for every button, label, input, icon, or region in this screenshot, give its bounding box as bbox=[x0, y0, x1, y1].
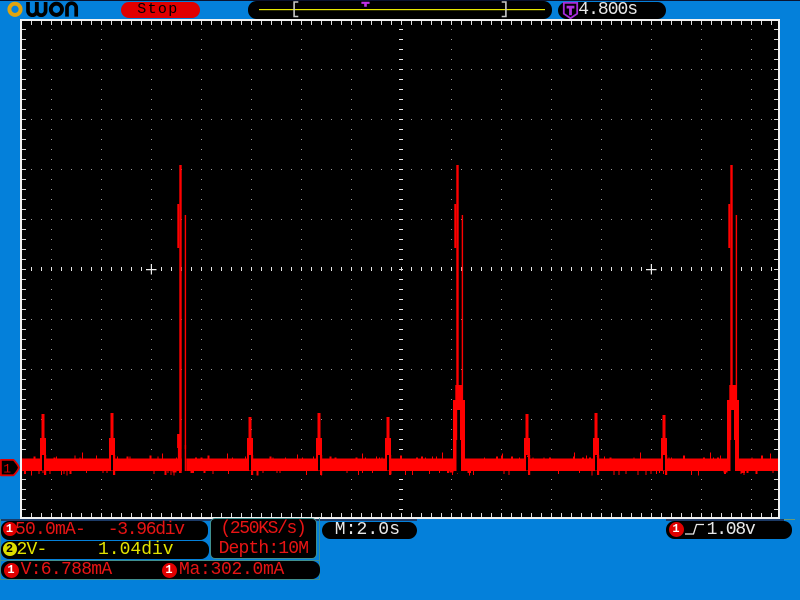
svg-text:1: 1 bbox=[3, 462, 11, 477]
